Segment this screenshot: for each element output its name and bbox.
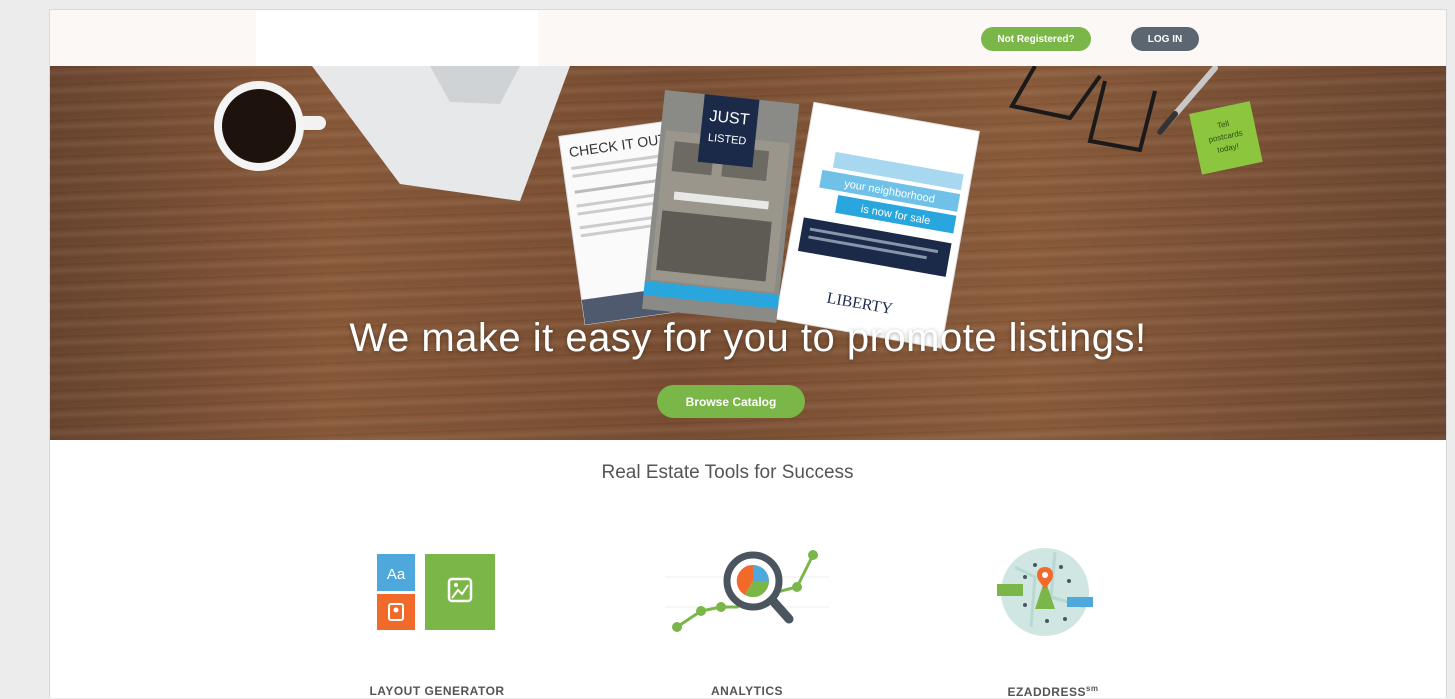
top-bar: Not Registered? LOG IN — [50, 10, 1446, 66]
layout-generator-icon: Aa — [377, 554, 495, 630]
login-button[interactable]: LOG IN — [1131, 27, 1199, 51]
ezaddress-service-mark: sm — [1085, 684, 1099, 693]
sticky-note: Tell postcards today! — [1189, 101, 1263, 175]
laptop-icon — [312, 66, 570, 201]
glasses-icon — [1008, 66, 1157, 153]
feature-label-analytics[interactable]: ANALYTICS — [647, 684, 847, 698]
feature-analytics[interactable] — [663, 537, 843, 637]
ezaddress-label-text: EZADDRESS — [1007, 685, 1086, 699]
hero-banner: Tell postcards today! CHECK IT OUT your … — [50, 66, 1446, 440]
postcard-neighborhood: your neighborhood is now for sale LIBERT… — [775, 101, 980, 349]
svg-text:Aa: Aa — [387, 566, 406, 583]
coffee-cup-icon — [214, 81, 326, 171]
feature-layout-generator[interactable]: Aa — [375, 537, 555, 632]
not-registered-button[interactable]: Not Registered? — [981, 27, 1091, 51]
analytics-icon — [665, 550, 829, 632]
browse-catalog-button[interactable]: Browse Catalog — [657, 385, 805, 418]
hero-desk-scene: Tell postcards today! CHECK IT OUT your … — [214, 66, 1263, 349]
ezaddress-map-icon — [997, 548, 1093, 636]
feature-label-ezaddress[interactable]: EZADDRESSsm — [953, 684, 1153, 699]
postcard-just-listed: JUST LISTED — [641, 89, 800, 323]
feature-ezaddress[interactable] — [995, 537, 1175, 637]
feature-label-layout-generator[interactable]: LAYOUT GENERATOR — [337, 684, 537, 698]
section-title: Real Estate Tools for Success — [601, 462, 854, 483]
hero-title: We make it easy for you to promote listi… — [349, 316, 1147, 360]
logo-area — [256, 10, 538, 66]
